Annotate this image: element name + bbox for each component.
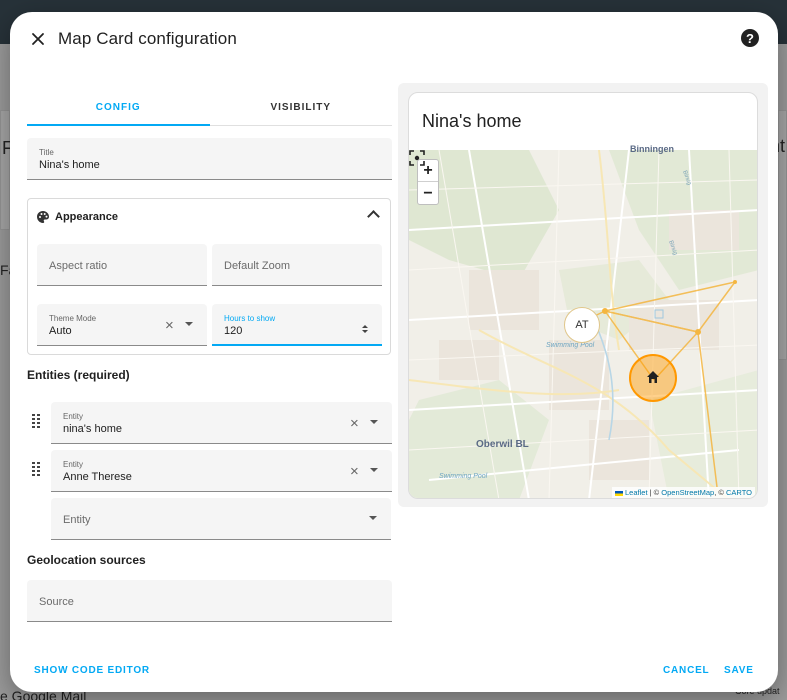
attribution-separator: , © xyxy=(714,488,727,497)
hours-to-show-value: 120 xyxy=(224,325,243,337)
geolocation-title: Geolocation sources xyxy=(27,553,146,567)
clear-icon[interactable]: × xyxy=(165,317,174,334)
map-place-label: Binningen xyxy=(630,144,674,154)
theme-mode-select[interactable]: Theme Mode Auto × xyxy=(37,304,207,346)
home-zone-marker[interactable] xyxy=(629,354,677,402)
help-icon[interactable]: ? xyxy=(741,29,759,47)
drag-handle-icon[interactable] xyxy=(32,414,40,428)
map-card: Nina's home Binningen Oberwil BL Swimmin… xyxy=(408,92,758,499)
aspect-ratio-input[interactable]: Aspect ratio xyxy=(37,244,207,286)
entity-label: Entity xyxy=(63,460,84,469)
hours-to-show-label: Hours to show xyxy=(224,314,276,323)
palette-icon xyxy=(37,211,49,223)
theme-mode-value: Auto xyxy=(49,325,72,337)
close-button[interactable] xyxy=(26,27,50,51)
new-entity-placeholder: Entity xyxy=(63,514,91,526)
dialog-title: Map Card configuration xyxy=(58,29,237,48)
home-icon xyxy=(647,371,659,383)
new-entity-select[interactable]: Entity xyxy=(51,498,391,540)
dialog-header: Map Card configuration ? xyxy=(10,12,778,66)
tab-visibility[interactable]: VISIBILITY xyxy=(210,92,393,125)
leaflet-link[interactable]: Leaflet xyxy=(625,488,648,497)
drag-handle-icon[interactable] xyxy=(32,462,40,476)
spinner-icon[interactable] xyxy=(362,324,368,334)
theme-mode-label: Theme Mode xyxy=(49,314,97,323)
chevron-down-icon[interactable] xyxy=(370,468,378,472)
entity-select[interactable]: Entity nina's home × xyxy=(51,402,392,444)
appearance-header[interactable]: Appearance xyxy=(28,199,392,235)
entity-label: Entity xyxy=(63,412,84,421)
map-poi-label: Swimming Pool xyxy=(546,342,595,349)
clear-icon[interactable]: × xyxy=(350,463,359,480)
tab-config[interactable]: CONFIG xyxy=(27,92,210,126)
map-card-config-dialog: Map Card configuration ? CONFIG VISIBILI… xyxy=(10,12,778,692)
map-place-label: Oberwil BL xyxy=(476,439,529,450)
default-zoom-placeholder: Default Zoom xyxy=(224,260,291,272)
map-card-title: Nina's home xyxy=(422,111,522,131)
map-attribution: Leaflet | © OpenStreetMap, © CARTO xyxy=(611,487,755,498)
source-select[interactable]: Source xyxy=(27,580,392,622)
osm-link[interactable]: OpenStreetMap xyxy=(661,488,714,497)
fit-bounds-icon[interactable] xyxy=(409,150,425,166)
title-field-label: Title xyxy=(39,148,54,157)
card-preview: Nina's home Binningen Oberwil BL Swimmin… xyxy=(398,83,768,507)
clear-icon[interactable]: × xyxy=(350,415,359,432)
zoom-out-button[interactable]: − xyxy=(418,183,438,205)
aspect-ratio-placeholder: Aspect ratio xyxy=(49,260,108,272)
appearance-panel: Appearance Aspect ratio Default Zoom The… xyxy=(27,198,391,355)
ukraine-flag-icon xyxy=(614,490,623,496)
map[interactable]: Binningen Oberwil BL Swimming Pool Swimm… xyxy=(409,144,757,498)
chevron-down-icon[interactable] xyxy=(185,322,193,326)
map-poi-label: Swimming Pool xyxy=(439,473,488,480)
title-field[interactable]: Title Nina's home xyxy=(27,138,392,180)
entity-value: Anne Therese xyxy=(63,471,132,483)
appearance-title: Appearance xyxy=(55,211,118,223)
chevron-up-icon xyxy=(367,210,380,223)
entity-value: nina's home xyxy=(63,423,122,435)
carto-link[interactable]: CARTO xyxy=(726,488,752,497)
default-zoom-input[interactable]: Default Zoom xyxy=(212,244,382,286)
attribution-separator: | © xyxy=(647,488,662,497)
entities-title: Entities (required) xyxy=(27,368,130,382)
cancel-button[interactable]: CANCEL xyxy=(663,665,709,676)
hours-to-show-input[interactable]: Hours to show 120 xyxy=(212,304,382,346)
close-icon xyxy=(32,33,44,45)
chevron-down-icon[interactable] xyxy=(370,420,378,424)
tab-bar: CONFIG VISIBILITY xyxy=(27,92,392,126)
chevron-down-icon[interactable] xyxy=(369,516,377,520)
entity-select[interactable]: Entity Anne Therese × xyxy=(51,450,392,492)
show-code-editor-button[interactable]: SHOW CODE EDITOR xyxy=(34,665,150,676)
title-field-value: Nina's home xyxy=(39,159,100,171)
person-marker[interactable]: AT xyxy=(564,307,600,343)
source-placeholder: Source xyxy=(39,596,74,608)
save-button[interactable]: SAVE xyxy=(724,665,754,676)
